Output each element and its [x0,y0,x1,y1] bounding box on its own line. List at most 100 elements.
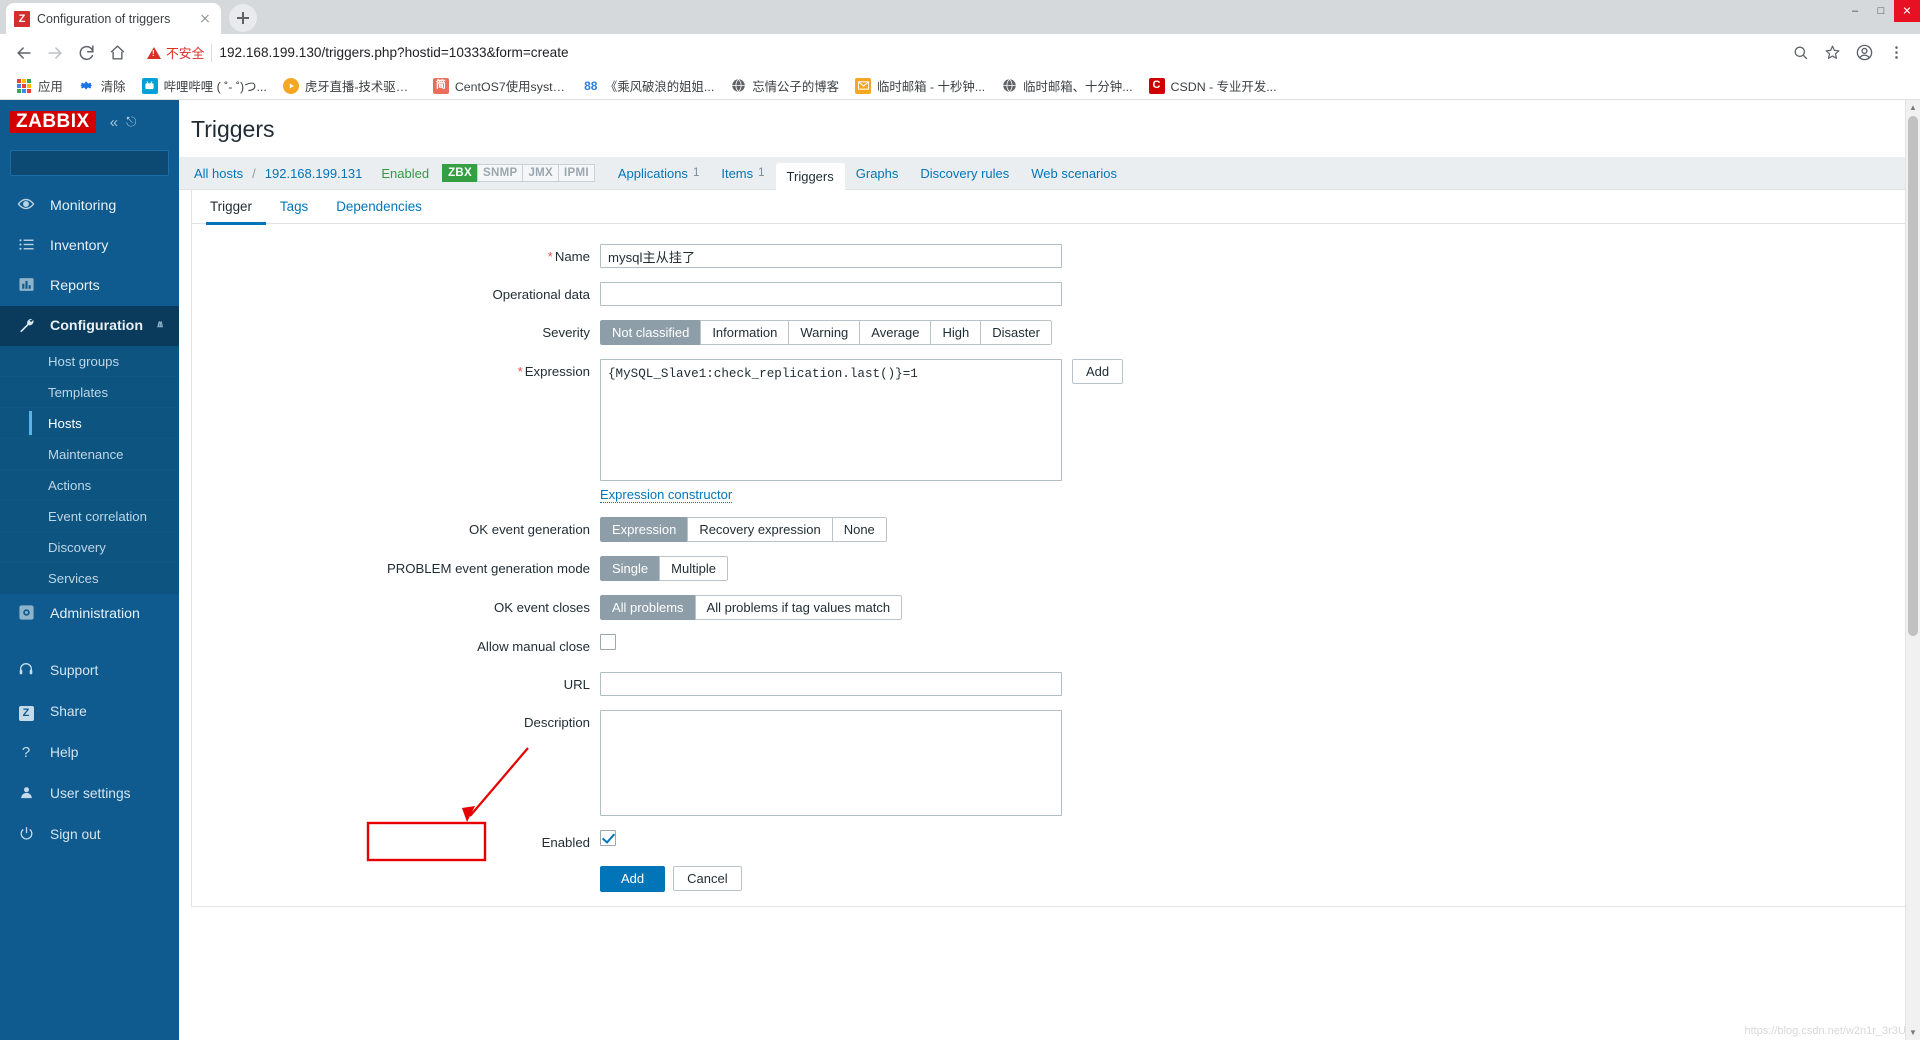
search-input[interactable] [17,155,179,171]
add-button[interactable]: Add [600,866,665,892]
bookmark-huya[interactable]: 虎牙直播-技术驱动... [275,75,425,97]
window-maximize-button[interactable]: □ [1868,0,1894,22]
bookmark-blog[interactable]: 忘情公子的博客 [722,75,847,97]
tab-items[interactable]: Items 1 [710,157,775,190]
problem-mode-option-multiple[interactable]: Multiple [659,556,728,581]
sidebar-item-label: Administration [50,606,140,622]
address-bar[interactable]: 不安全 192.168.199.130/triggers.php?hostid=… [138,39,1783,67]
host-status-badge[interactable]: Enabled [365,166,443,181]
severity-option-warning[interactable]: Warning [788,320,860,345]
scroll-down-arrow[interactable]: ▼ [1906,1025,1920,1040]
sidebar-item-actions[interactable]: Actions [0,470,179,501]
sidebar-item-reports[interactable]: Reports ⱟ [0,266,179,306]
expression-textarea[interactable]: {MySQL_Slave1:check_replication.last()}=… [600,359,1062,481]
sidebar-item-event-correlation[interactable]: Event correlation [0,501,179,532]
enabled-checkbox[interactable] [600,830,616,846]
tab-trigger[interactable]: Trigger [206,190,266,224]
operational-data-input[interactable] [600,282,1062,306]
person-icon [16,785,36,803]
sidebar-item-sign-out[interactable]: Sign out [0,814,179,855]
severity-option-average[interactable]: Average [859,320,931,345]
bookmark-tempmail-10s[interactable]: 临时邮箱 - 十秒钟... [847,75,993,97]
bookmark-centos7[interactable]: 简 CentOS7使用syste... [425,75,575,97]
window-close-button[interactable]: ✕ [1894,0,1920,22]
cancel-button[interactable]: Cancel [673,866,741,891]
bookmark-label: 虎牙直播-技术驱动... [305,77,417,95]
sidebar-item-templates[interactable]: Templates [0,377,179,408]
sidebar-item-share[interactable]: Z Share [0,691,179,732]
sidebar-item-services[interactable]: Services [0,563,179,594]
severity-option-not-classified[interactable]: Not classified [600,320,701,345]
sidebar-search[interactable] [10,150,169,176]
bookmark-tempmail-10m[interactable]: 临时邮箱、十分钟... [993,75,1140,97]
new-tab-button[interactable] [229,4,257,32]
expand-icon[interactable]: ⎋ [126,114,136,130]
trigger-form: *Name Operational data [192,224,1907,892]
tab-web-scenarios[interactable]: Web scenarios [1020,157,1128,190]
severity-option-information[interactable]: Information [700,320,789,345]
tab-dependencies[interactable]: Dependencies [322,190,436,224]
ok-event-generation-option-expression[interactable]: Expression [600,517,688,542]
zabbix-logo[interactable]: ZABBIX [10,111,96,134]
bookmark-apps[interactable]: 应用 [8,75,71,97]
tab-applications[interactable]: Applications 1 [607,157,711,190]
sidebar-item-administration[interactable]: Administration ⱟ [0,594,179,634]
bookmark-clear[interactable]: 清除 [71,75,134,97]
tab-close-icon[interactable] [197,11,213,27]
account-icon[interactable] [1850,39,1878,67]
description-textarea[interactable] [600,710,1062,816]
bookmark-csdn[interactable]: C CSDN - 专业开发... [1141,75,1285,97]
sidebar-item-maintenance[interactable]: Maintenance [0,439,179,470]
security-indicator[interactable]: 不安全 [147,43,204,62]
allow-manual-close-checkbox[interactable] [600,634,616,650]
sidebar-item-help[interactable]: ? Help [0,732,179,773]
browser-tab[interactable]: Z Configuration of triggers [6,3,221,34]
sidebar-item-support[interactable]: Support [0,650,179,691]
severity-option-disaster[interactable]: Disaster [980,320,1052,345]
bilibili-icon [142,78,158,94]
star-icon[interactable] [1818,39,1846,67]
expression-add-button[interactable]: Add [1072,359,1123,384]
back-button[interactable] [10,39,38,67]
window-minimize-button[interactable]: – [1842,0,1868,22]
severity-option-high[interactable]: High [930,320,981,345]
form-row-expression: * Expression {MySQL_Slave1:check_replicat… [192,359,1907,481]
sidebar-item-user-settings[interactable]: User settings [0,773,179,814]
scrollbar-thumb[interactable] [1908,116,1918,636]
tab-discovery-rules[interactable]: Discovery rules [909,157,1020,190]
kebab-menu-icon[interactable] [1882,39,1910,67]
bookmark-88[interactable]: 88 《乘风破浪的姐姐... [575,75,722,97]
sidebar-item-configuration[interactable]: Configuration ⱞ [0,306,179,346]
tab-graphs[interactable]: Graphs [845,157,910,190]
sidebar-item-hosts[interactable]: Hosts [0,408,179,439]
sidebar-item-monitoring[interactable]: Monitoring ⱟ [0,186,179,226]
reload-button[interactable] [72,39,100,67]
bookmark-bilibili[interactable]: 哔哩哔哩 ( ˚- ˚)つ... [134,75,275,97]
chevron-double-left-icon[interactable]: « [110,114,118,131]
ok-event-generation-option-none[interactable]: None [832,517,887,542]
breadcrumb-host[interactable]: 192.168.199.131 [262,166,366,181]
form-actions: Add Cancel [600,866,1907,892]
scroll-up-arrow[interactable]: ▲ [1906,100,1920,115]
tab-tags[interactable]: Tags [266,190,322,224]
csdn-icon: C [1149,78,1165,94]
expression-constructor-link[interactable]: Expression constructor [600,487,732,503]
ok-event-closes-option-all-problems[interactable]: All problems [600,595,696,620]
mail-icon [855,78,871,94]
tab-triggers[interactable]: Triggers [776,163,845,190]
sidebar-item-host-groups[interactable]: Host groups [0,346,179,377]
ok-event-generation-option-recovery-expression[interactable]: Recovery expression [687,517,832,542]
breadcrumb-all-hosts[interactable]: All hosts [191,166,246,181]
url-input[interactable] [600,672,1062,696]
page-scrollbar[interactable]: ▲ ▼ [1905,100,1920,1040]
zoom-icon[interactable] [1786,39,1814,67]
name-input[interactable] [600,244,1062,268]
88-icon: 88 [583,78,599,94]
sidebar-item-discovery[interactable]: Discovery [0,532,179,563]
ok-event-closes-option-tag-values-match[interactable]: All problems if tag values match [695,595,903,620]
sidebar-item-inventory[interactable]: Inventory ⱟ [0,226,179,266]
forward-button[interactable] [41,39,69,67]
name-label: * Name [192,244,600,264]
home-button[interactable] [103,39,131,67]
problem-mode-option-single[interactable]: Single [600,556,660,581]
